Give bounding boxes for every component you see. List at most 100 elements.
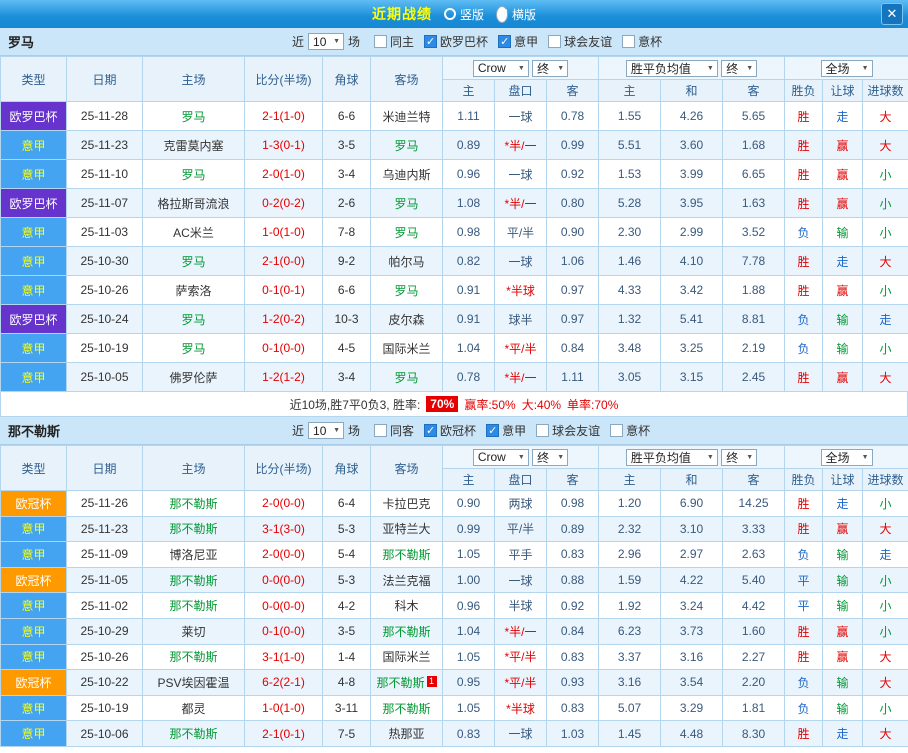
- period-select[interactable]: 终: [532, 448, 569, 466]
- handicap-result-cell: 输: [822, 333, 864, 363]
- away-team-cell: 罗马: [370, 130, 443, 160]
- filter-label: 欧罗巴杯: [440, 35, 489, 49]
- handicap-cell: 平手: [494, 541, 547, 568]
- filter-checkbox-5[interactable]: [622, 35, 636, 48]
- score-cell: 0-1(0-1): [244, 275, 323, 305]
- corners-cell: 3-11: [322, 694, 371, 722]
- match-row: 意甲 25-10-26 那不勒斯 3-1(1-0) 1-4 国际米兰 1.05 *平/半 0.8…: [0, 643, 908, 671]
- goals-cell: 小: [862, 592, 908, 619]
- col-result: 胜负: [784, 468, 824, 491]
- league-filters: 同主 欧罗巴杯 意甲 球会友谊 意杯: [364, 33, 662, 50]
- draw-avg-cell: 3.16: [660, 643, 724, 671]
- home-odds-cell: 0.82: [442, 246, 495, 276]
- result-cell: 负: [784, 333, 824, 363]
- team-section-roma: 罗马 近 10 场 同主欧罗巴杯意甲球会友谊意杯 类型 日期 主场 比分(半场): [0, 28, 908, 417]
- result-cell: 平: [784, 592, 824, 619]
- company-select[interactable]: Crow: [472, 448, 529, 466]
- avg-select[interactable]: 胜平负均值: [625, 59, 718, 77]
- handicap-cell: 两球: [494, 490, 547, 517]
- filter-checkbox-5[interactable]: [610, 424, 624, 437]
- win-avg-cell: 5.51: [598, 130, 662, 160]
- match-row: 意甲 25-11-09 博洛尼亚 2-0(0-0) 5-4 那不勒斯 1.05 平手 0.83 2…: [0, 541, 908, 568]
- team-name: 罗马: [8, 35, 35, 50]
- away-odds-cell: 0.80: [545, 188, 600, 218]
- win-avg-cell: 1.92: [598, 592, 662, 619]
- radio-selected-icon: [496, 5, 508, 23]
- filter-label: 球会友谊: [564, 35, 613, 49]
- corners-cell: 5-4: [322, 541, 371, 568]
- filter-checkbox-4[interactable]: [536, 424, 550, 437]
- scope-select[interactable]: 全场: [820, 448, 873, 466]
- home-team-cell: 克雷莫内塞: [142, 130, 245, 160]
- lose-avg-cell: 2.63: [722, 541, 786, 568]
- match-row: 意甲 25-10-05 佛罗伦萨 1-2(1-2) 3-4 罗马 0.78 *半/一 1.11 3…: [0, 362, 908, 392]
- away-team-cell: 罗马: [370, 362, 443, 392]
- avg-period-select[interactable]: 终: [721, 448, 758, 466]
- filter-checkbox-2[interactable]: [424, 424, 438, 437]
- result-cell: 胜: [784, 490, 824, 517]
- goals-cell: 走: [862, 304, 908, 334]
- away-odds-cell: 0.99: [545, 130, 600, 160]
- away-team-cell: 热那亚: [370, 720, 443, 747]
- match-row: 欧冠杯 25-11-05 那不勒斯 0-0(0-0) 5-3 法兰克福 1.00 一球 0.88…: [0, 566, 908, 594]
- goals-cell: 走: [862, 541, 908, 568]
- score-cell: 6-2(2-1): [244, 669, 323, 696]
- corners-cell: 1-4: [322, 643, 371, 671]
- away-odds-cell: 1.11: [545, 362, 600, 392]
- filter-checkbox-3[interactable]: [486, 424, 500, 437]
- company-select[interactable]: Crow: [472, 59, 529, 77]
- layout-radio-vertical[interactable]: 竖版: [443, 6, 484, 23]
- panel-title: 近期战绩: [371, 6, 432, 22]
- home-odds-cell: 0.99: [442, 515, 495, 543]
- recent-results-panel: 近期战绩 竖版 横版 ✕ 罗马 近 10 场 同主欧罗巴杯意甲球会友谊意杯: [0, 0, 908, 747]
- home-team-cell: 罗马: [142, 101, 245, 131]
- away-odds-cell: 0.92: [545, 159, 600, 189]
- filter-checkbox-1[interactable]: [374, 424, 388, 437]
- league-cell: 意甲: [0, 159, 67, 189]
- col-handicap: 盘口: [494, 79, 547, 102]
- handicap-result-cell: 走: [822, 720, 864, 747]
- match-row: 欧罗巴杯 25-11-28 罗马 2-1(1-0) 6-6 米迪兰特 1.11 一球 0.78 1…: [0, 101, 908, 131]
- period-select[interactable]: 终: [532, 59, 569, 77]
- away-team-cell: 那不勒斯: [370, 617, 443, 645]
- layout-radio-horizontal[interactable]: 横版: [496, 5, 536, 23]
- lose-avg-cell: 2.27: [722, 643, 786, 671]
- home-odds-cell: 0.96: [442, 592, 495, 619]
- summary-win-odds-rate: 赢率:50%: [464, 397, 516, 412]
- result-cell: 负: [784, 217, 824, 247]
- filter-checkbox-4[interactable]: [548, 35, 562, 48]
- handicap-cell: 平/半: [494, 217, 547, 247]
- match-row: 欧罗巴杯 25-10-24 罗马 1-2(0-2) 10-3 皮尔森 0.91 球半 0.97 1…: [0, 304, 908, 334]
- filter-checkbox-3[interactable]: [498, 35, 512, 48]
- draw-avg-cell: 3.60: [660, 130, 724, 160]
- away-team-cell: 皮尔森: [370, 304, 443, 334]
- home-odds-cell: 0.78: [442, 362, 495, 392]
- date-cell: 25-11-28: [66, 101, 143, 131]
- home-odds-cell: 0.98: [442, 217, 495, 247]
- filter-checkbox-1[interactable]: [374, 35, 388, 48]
- avg-period-select[interactable]: 终: [721, 59, 758, 77]
- avg-select[interactable]: 胜平负均值: [625, 448, 718, 466]
- draw-avg-cell: 6.90: [660, 490, 724, 517]
- filter-checkbox-2[interactable]: [424, 35, 438, 48]
- draw-avg-cell: 2.99: [660, 217, 724, 247]
- lose-avg-cell: 2.20: [722, 669, 786, 696]
- games-count-select[interactable]: 10: [308, 33, 345, 50]
- filter-label: 欧冠杯: [440, 424, 477, 438]
- date-cell: 25-10-22: [66, 669, 143, 696]
- games-count-select[interactable]: 10: [308, 422, 345, 439]
- handicap-cell: 一球: [494, 566, 547, 594]
- handicap-result-cell: 输: [822, 669, 864, 696]
- handicap-result-cell: 输: [822, 217, 864, 247]
- lose-avg-cell: 2.19: [722, 333, 786, 363]
- col-win: 主: [598, 79, 662, 102]
- goals-cell: 小: [862, 275, 908, 305]
- close-button[interactable]: ✕: [881, 3, 903, 25]
- result-cell: 胜: [784, 362, 824, 392]
- draw-avg-cell: 2.97: [660, 541, 724, 568]
- handicap-cell: 平/半: [494, 515, 547, 543]
- scope-select[interactable]: 全场: [820, 59, 873, 77]
- lose-avg-cell: 3.52: [722, 217, 786, 247]
- lose-avg-cell: 8.81: [722, 304, 786, 334]
- goals-cell: 小: [862, 566, 908, 594]
